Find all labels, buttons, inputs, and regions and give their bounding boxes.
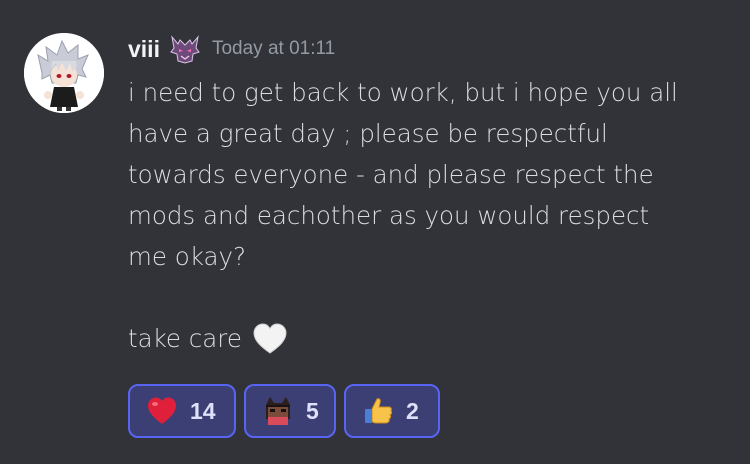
message-content: i need to get back to work, but i hope y… [128,72,728,359]
avatar[interactable] [24,33,104,113]
reaction-count: 14 [190,397,216,424]
white-heart-icon [253,322,287,354]
message-header: viii Today at 01:11 [128,34,335,64]
message-line: me okay? [128,242,246,271]
reaction-count: 5 [306,397,319,424]
custom-cat-emoji-icon [266,397,290,425]
reaction-count: 2 [406,397,419,424]
avatar-image [24,33,104,113]
message-line: have a great day ; please be respectful [128,119,608,148]
message-line: towards everyone - and please respect th… [128,160,654,189]
message-line: i need to get back to work, but i hope y… [128,78,678,107]
username[interactable]: viii [128,35,160,63]
reaction-heart[interactable]: 14 [128,384,236,438]
reaction-custom-emoji[interactable]: 5 [244,384,336,438]
message-line: take care [128,324,242,353]
message-line: mods and eachother as you would respect [128,201,650,230]
timestamp: Today at 01:11 [211,38,336,59]
message-last-line: take care [128,318,728,359]
chat-message: viii Today at 01:11 i need to get back t… [0,0,750,464]
demon-mask-icon[interactable] [168,34,202,64]
reaction-thumbs-up[interactable]: 2 [344,384,440,438]
red-heart-icon [148,397,176,424]
reactions-bar: 14 5 2 [128,384,440,438]
thumbs-up-icon [365,398,393,424]
